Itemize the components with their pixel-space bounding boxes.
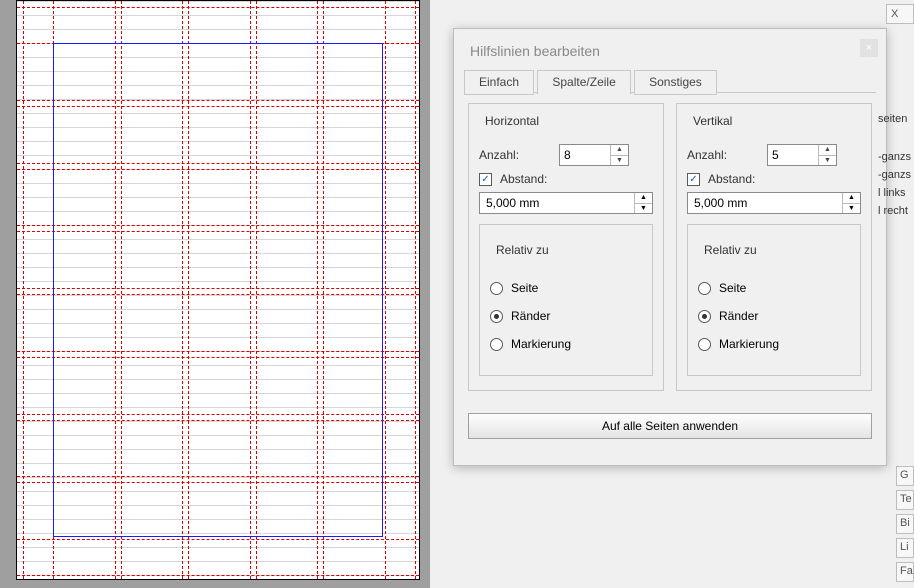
vertical-gap-checkbox[interactable]: ✓ [687,173,700,186]
radio-icon [490,310,503,323]
tab-column-row[interactable]: Spalte/Zeile [537,70,630,95]
radio-icon [698,310,711,323]
cropped-tab[interactable]: Fa [896,562,914,582]
dialog-close-button[interactable]: × [860,39,878,57]
vertical-gap-combo[interactable]: 5,000 mm ▲ ▼ [687,192,861,214]
horizontal-count-label: Anzahl: [479,148,551,162]
spinner-down-icon[interactable]: ▼ [819,156,836,166]
vertical-gap-label: Abstand: [708,172,755,186]
spinner-up-icon[interactable]: ▲ [819,145,836,156]
radio-icon [490,282,503,295]
vertical-gap-value: 5,000 mm [688,193,842,213]
spinner-up-icon[interactable]: ▲ [635,193,652,204]
cropped-tab[interactable]: Li [896,538,914,558]
radio-icon [698,338,711,351]
radio-label: Markierung [511,337,571,351]
vertical-relative-page[interactable]: Seite [698,281,850,295]
cropped-item[interactable]: -ganzs [876,148,914,166]
cropped-item[interactable]: -ganzs [876,166,914,184]
vertical-group: Vertikal Anzahl: ▲▼ ✓ Abstand: 5,000 mm … [676,103,872,391]
radio-icon [698,282,711,295]
vertical-count-spinner[interactable]: ▲▼ [767,144,837,166]
horizontal-gap-combo[interactable]: 5,000 mm ▲ ▼ [479,192,653,214]
page [16,0,420,580]
vertical-relative-label: Relativ zu [700,243,761,257]
horizontal-count-spinner[interactable]: ▲▼ [559,144,629,166]
cropped-tab[interactable]: Te [896,490,914,510]
right-bottom-tabs-cropped: G Te Bi Li Fa [896,462,914,582]
horizontal-relative-group: Relativ zu Seite Ränder Markierung [479,224,653,376]
document-canvas[interactable] [0,0,430,588]
horizontal-group: Horizontal Anzahl: ▲▼ ✓ Abstand: 5,000 m… [468,103,664,391]
horizontal-count-input[interactable] [560,145,610,165]
horizontal-relative-margins[interactable]: Ränder [490,309,642,323]
spinner-down-icon[interactable]: ▼ [843,204,860,214]
apply-all-pages-button[interactable]: Auf alle Seiten anwenden [468,413,872,439]
spinner-up-icon[interactable]: ▲ [611,145,628,156]
panel-tab-x[interactable]: X [886,4,914,24]
spinner-down-icon[interactable]: ▼ [635,204,652,214]
dialog-title: Hilfslinien bearbeiten [454,29,886,69]
right-panel-list-cropped: seiten -ganzs -ganzs l links l recht [876,110,914,220]
vertical-relative-margins[interactable]: Ränder [698,309,850,323]
radio-label: Markierung [719,337,779,351]
vertical-count-input[interactable] [768,145,818,165]
horizontal-relative-selection[interactable]: Markierung [490,337,642,351]
dialog-tabs: Einfach Spalte/Zeile Sonstiges [464,69,876,93]
horizontal-group-label: Horizontal [481,114,543,128]
cropped-item[interactable]: l links [876,184,914,202]
horizontal-gap-value: 5,000 mm [480,193,634,213]
cropped-item[interactable]: l recht [876,202,914,220]
spinner-up-icon[interactable]: ▲ [843,193,860,204]
cropped-tab[interactable]: Bi [896,514,914,534]
horizontal-gap-label: Abstand: [500,172,547,186]
radio-icon [490,338,503,351]
radio-label: Seite [719,281,746,295]
vertical-group-label: Vertikal [689,114,736,128]
tab-simple[interactable]: Einfach [464,70,534,95]
horizontal-relative-label: Relativ zu [492,243,553,257]
vertical-relative-selection[interactable]: Markierung [698,337,850,351]
horizontal-relative-page[interactable]: Seite [490,281,642,295]
cropped-label: seiten [876,110,914,128]
radio-label: Ränder [511,309,550,323]
spinner-down-icon[interactable]: ▼ [611,156,628,166]
horizontal-gap-checkbox[interactable]: ✓ [479,173,492,186]
guides-dialog: Hilfslinien bearbeiten × Einfach Spalte/… [453,28,887,466]
radio-label: Seite [511,281,538,295]
radio-label: Ränder [719,309,758,323]
vertical-count-label: Anzahl: [687,148,759,162]
tab-other[interactable]: Sonstiges [634,70,717,95]
page-margin-frame [53,43,383,537]
vertical-relative-group: Relativ zu Seite Ränder Markierung [687,224,861,376]
cropped-tab[interactable]: G [896,466,914,486]
